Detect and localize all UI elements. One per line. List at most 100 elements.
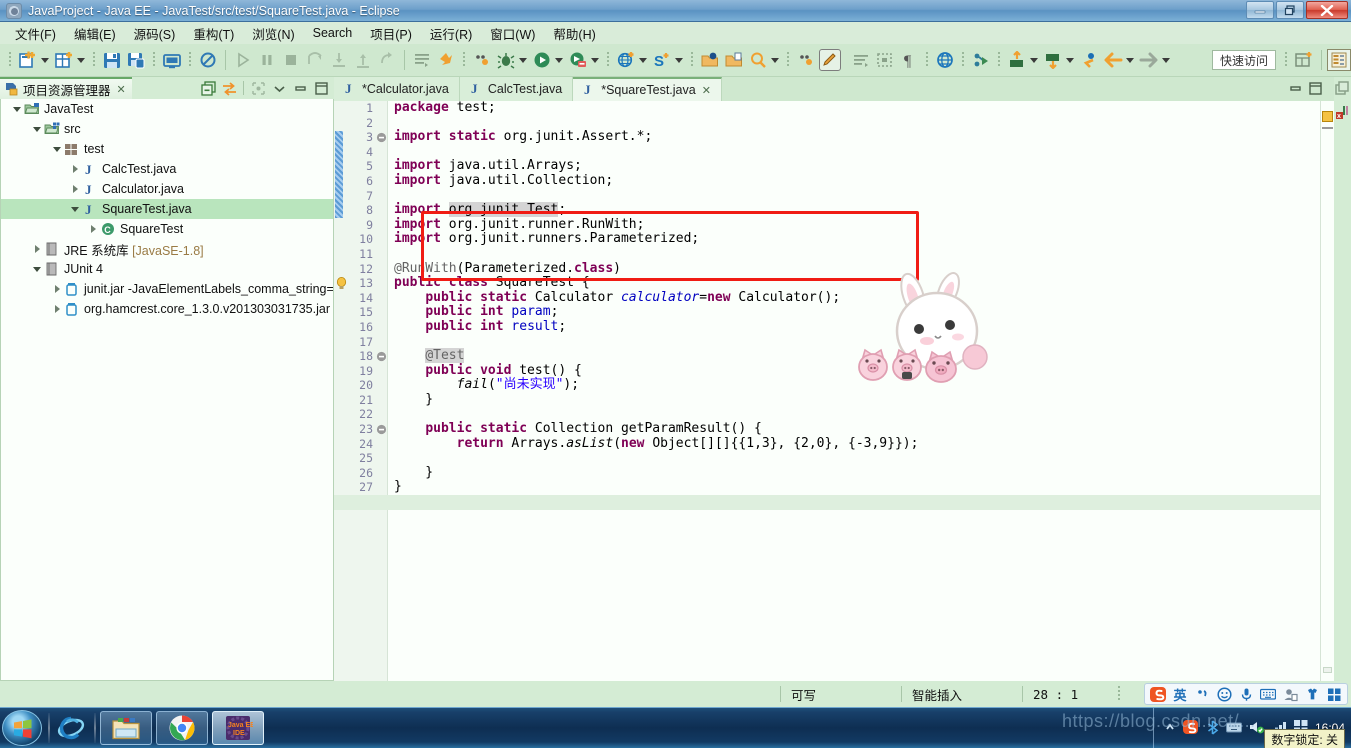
pause-icon[interactable] — [256, 49, 278, 71]
voice-input-icon[interactable] — [1238, 686, 1254, 702]
next-annotation-icon[interactable] — [850, 49, 872, 71]
debug-icon[interactable] — [495, 49, 517, 71]
collapse-all-icon[interactable] — [199, 79, 217, 97]
folding-ruler[interactable] — [376, 101, 388, 681]
menu-help[interactable]: 帮助(H) — [544, 22, 604, 45]
tree-item-hamcrest-jar[interactable]: org.hamcrest.core_1.3.0.v201303031735.ja… — [1, 299, 333, 319]
tree-item-junit4[interactable]: JUnit 4 — [1, 259, 333, 279]
project-tree[interactable]: JavaTest src test J CalcTest.java J Calc… — [0, 99, 334, 681]
overview-ruler[interactable] — [1320, 101, 1334, 681]
save-icon[interactable] — [101, 49, 123, 71]
tree-item-squaretest-class[interactable]: C SquareTest — [1, 219, 333, 239]
code-line[interactable]: import java.util.Collection; — [394, 173, 1320, 189]
code-line[interactable] — [394, 407, 1320, 422]
tree-item-jre-library[interactable]: JRE 系统库 [JavaSE-1.8] — [1, 239, 333, 259]
soft-keyboard-icon[interactable] — [1260, 686, 1276, 702]
step-into-icon[interactable] — [328, 49, 350, 71]
user-icon[interactable] — [1282, 686, 1298, 702]
forward-caret[interactable] — [1161, 49, 1171, 71]
tree-item-junit-jar[interactable]: junit.jar -JavaElementLabels_comma_strin… — [1, 279, 333, 299]
run-icon[interactable] — [232, 49, 254, 71]
link-task-icon[interactable] — [435, 49, 457, 71]
new-server-caret[interactable] — [674, 49, 684, 71]
close-button[interactable] — [1306, 1, 1348, 19]
code-line[interactable]: } — [394, 465, 1320, 481]
pilcrow-icon[interactable]: ¶ — [898, 49, 920, 71]
code-line[interactable]: import org.junit.runners.Parameterized; — [394, 232, 1320, 247]
expand-twisty[interactable] — [31, 259, 43, 279]
menu-run[interactable]: 运行(R) — [421, 22, 481, 45]
close-icon[interactable]: ✕ — [702, 84, 711, 97]
marker-ruler[interactable] — [334, 101, 348, 681]
tab-project-explorer[interactable]: 项目资源管理器 ✕ — [0, 77, 132, 99]
new-folder-caret[interactable] — [76, 49, 86, 71]
tree-item-squaretest-java[interactable]: J SquareTest.java — [1, 199, 333, 219]
menu-project[interactable]: 项目(P) — [361, 22, 421, 45]
fold-toggle[interactable] — [376, 349, 387, 364]
new-wizard-icon[interactable] — [17, 49, 39, 71]
code-line[interactable]: } — [394, 480, 1320, 495]
menu-edit[interactable]: 编辑(E) — [65, 22, 125, 45]
quick-access-field[interactable]: 快速访问 — [1212, 50, 1276, 70]
save-all-icon[interactable] — [125, 49, 147, 71]
expand-twisty[interactable] — [51, 299, 63, 319]
coverage-caret[interactable] — [590, 49, 600, 71]
fold-toggle[interactable] — [376, 130, 387, 145]
expand-twisty[interactable] — [69, 159, 81, 179]
step-return-icon[interactable] — [352, 49, 374, 71]
code-line[interactable] — [394, 247, 1320, 262]
code-line[interactable] — [394, 189, 1320, 204]
new-folder-icon[interactable] — [53, 49, 75, 71]
open-resource-icon[interactable] — [723, 49, 745, 71]
code-line[interactable]: public static Collection getParamResult(… — [394, 421, 1320, 437]
stop-icon[interactable] — [280, 49, 302, 71]
sogou-tray-icon[interactable] — [1182, 719, 1199, 738]
expand-twisty[interactable] — [31, 239, 43, 259]
tree-item-test[interactable]: test — [1, 139, 333, 159]
open-type-icon[interactable] — [699, 49, 721, 71]
start-orb[interactable] — [2, 710, 42, 746]
code-line[interactable] — [394, 145, 1320, 160]
more-icon[interactable] — [471, 49, 493, 71]
open-perspective-icon[interactable] — [1292, 49, 1316, 71]
pencil-icon[interactable] — [819, 49, 841, 71]
maximize-view-icon[interactable] — [312, 79, 330, 97]
toggle-breakpoint-icon[interactable] — [197, 49, 219, 71]
menu-refactor[interactable]: 重构(T) — [184, 22, 243, 45]
punctuation-icon[interactable] — [1194, 686, 1210, 702]
fold-toggle[interactable] — [376, 422, 387, 437]
code-line[interactable]: } — [394, 392, 1320, 408]
search-caret[interactable] — [770, 49, 780, 71]
skin-icon[interactable] — [1304, 686, 1320, 702]
new-dropdown-caret[interactable] — [40, 49, 50, 71]
globe-icon[interactable] — [934, 49, 956, 71]
editor-body[interactable]: 1 2 3 4 5 6 7 8 9 10 11 12 13 14 15 16 17 18 19 20 21 22 23 24 2… — [334, 101, 1334, 681]
emoji-icon[interactable] — [1216, 686, 1232, 702]
code-line[interactable] — [394, 495, 1320, 510]
code-line[interactable]: import static org.junit.Assert.*; — [394, 129, 1320, 145]
coverage-icon[interactable] — [567, 49, 589, 71]
menu-window[interactable]: 窗口(W) — [481, 22, 544, 45]
new-server-icon[interactable]: S — [651, 49, 673, 71]
close-icon[interactable]: ✕ — [117, 83, 126, 96]
tree-item-calculator-java[interactable]: J Calculator.java — [1, 179, 333, 199]
menu-search[interactable]: Search — [304, 24, 362, 42]
previous-annotation-icon[interactable] — [874, 49, 896, 71]
code-line[interactable]: import org.junit.runner.RunWith; — [394, 217, 1320, 233]
export-caret[interactable] — [1029, 49, 1039, 71]
expand-twisty[interactable] — [51, 279, 63, 299]
print-icon[interactable] — [161, 49, 183, 71]
show-hidden-icon[interactable] — [1164, 721, 1176, 736]
new-web-caret[interactable] — [638, 49, 648, 71]
back-dot-icon[interactable] — [1078, 49, 1100, 71]
expand-twisty[interactable] — [11, 99, 23, 119]
open-task-icon[interactable] — [411, 49, 433, 71]
view-menu-chevron-icon[interactable] — [270, 79, 288, 97]
code-line[interactable] — [394, 451, 1320, 466]
maximize-editor-icon[interactable] — [1308, 81, 1324, 97]
toolbar-drag-handle[interactable] — [9, 52, 11, 68]
internet-explorer-icon[interactable] — [54, 711, 88, 745]
code-line[interactable] — [394, 116, 1320, 131]
junit-view-icon[interactable]: x — [1334, 99, 1351, 124]
minimize-editor-icon[interactable] — [1288, 81, 1304, 97]
